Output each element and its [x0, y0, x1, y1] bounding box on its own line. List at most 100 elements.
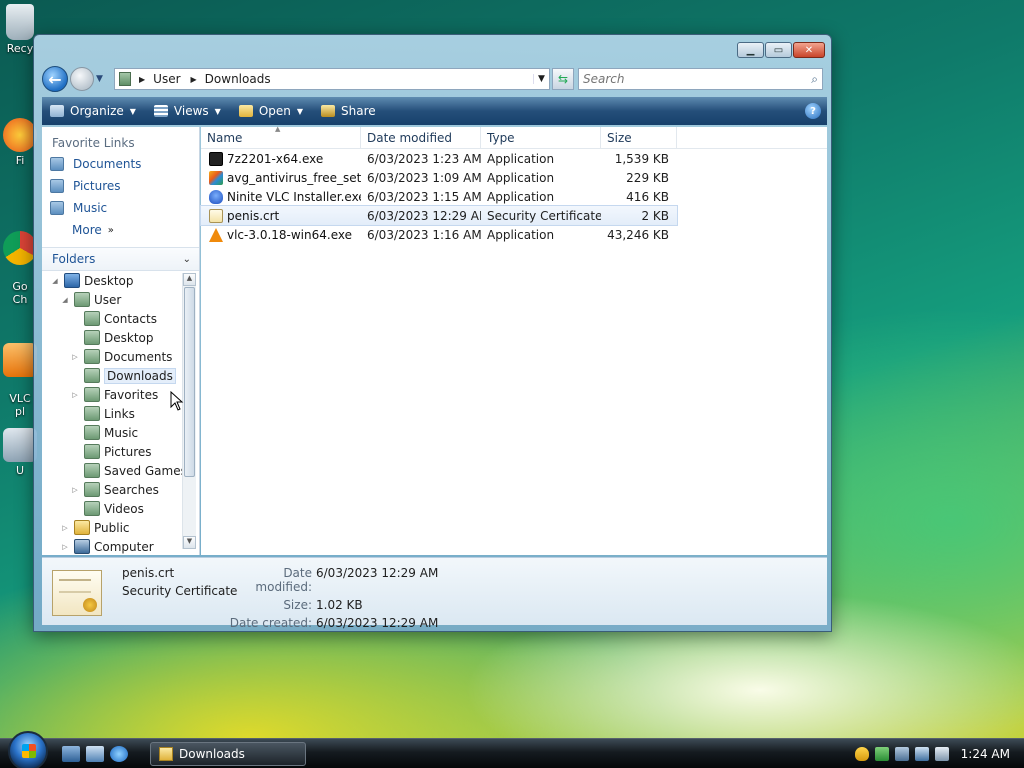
tree-item[interactable]: Downloads: [42, 366, 199, 385]
volume-muted-icon[interactable]: [934, 746, 949, 761]
forward-button[interactable]: [70, 67, 94, 91]
column-header-name[interactable]: ▲ Name: [201, 125, 361, 148]
clock[interactable]: 1:24 AM: [961, 747, 1010, 761]
column-header-size[interactable]: Size: [601, 127, 677, 148]
recent-pages-button[interactable]: ▼: [96, 74, 108, 84]
folder-icon: [84, 311, 100, 326]
expand-arrow-icon[interactable]: ◢: [60, 296, 70, 304]
open-button[interactable]: Open ▼: [238, 104, 303, 118]
file-type-cell: Application: [487, 170, 555, 185]
tree-item-label: Favorites: [104, 387, 159, 402]
file-row[interactable]: Ninite VLC Installer.exe 6/03/2023 1:15 A…: [201, 187, 827, 206]
security-shield-icon[interactable]: [854, 746, 869, 761]
expand-arrow-icon[interactable]: ▷: [70, 486, 80, 494]
tree-item[interactable]: Desktop: [42, 328, 199, 347]
favorite-link-pictures[interactable]: Pictures: [42, 175, 199, 197]
expand-arrow-icon[interactable]: ▷: [60, 524, 70, 532]
file-date-cell: 6/03/2023 12:29 AM: [367, 208, 481, 223]
file-row[interactable]: avg_antivirus_free_setu... 6/03/2023 1:09…: [201, 168, 827, 187]
folder-icon: [84, 330, 100, 345]
tree-item[interactable]: Music: [42, 423, 199, 442]
expand-arrow-icon[interactable]: ▷: [70, 353, 80, 361]
system-tray: 1:24 AM: [845, 746, 1024, 761]
switch-windows-icon[interactable]: [86, 745, 104, 762]
views-button[interactable]: Views ▼: [153, 104, 221, 118]
close-button[interactable]: ✕: [793, 42, 825, 58]
internet-explorer-icon[interactable]: [110, 745, 128, 762]
more-label: More: [72, 223, 102, 237]
chevron-down-icon: ▼: [214, 106, 221, 116]
expand-arrow-icon[interactable]: ▷: [60, 543, 70, 551]
expand-arrow-icon[interactable]: ▷: [70, 391, 80, 399]
tree-item[interactable]: Contacts: [42, 309, 199, 328]
music-icon: [50, 201, 64, 215]
share-button[interactable]: Share: [321, 104, 376, 118]
favorite-link-documents[interactable]: Documents: [42, 153, 199, 175]
file-type-cell: Application: [487, 189, 555, 204]
computer-icon: [74, 539, 90, 554]
favorite-link-music[interactable]: Music: [42, 197, 199, 219]
tree-item[interactable]: ▷ Computer: [42, 537, 199, 556]
folder-icon: [84, 406, 100, 421]
search-icon[interactable]: ⌕: [811, 72, 818, 87]
breadcrumb-downloads[interactable]: Downloads: [205, 72, 271, 86]
expand-arrow-icon[interactable]: ◢: [50, 277, 60, 285]
column-header-label: Type: [487, 130, 515, 145]
column-header-date[interactable]: Date modified: [361, 127, 481, 148]
folder-icon: [84, 349, 100, 364]
tree-item[interactable]: Videos: [42, 499, 199, 518]
defender-icon[interactable]: [894, 746, 909, 761]
folder-icon: [159, 746, 173, 761]
tree-item[interactable]: ▷ Documents: [42, 347, 199, 366]
minimize-button[interactable]: ▁: [737, 42, 764, 58]
favorite-link-label: Music: [73, 201, 108, 215]
tree-item[interactable]: ▷ Searches: [42, 480, 199, 499]
breadcrumb-user[interactable]: User: [153, 72, 180, 86]
help-button[interactable]: ?: [805, 103, 821, 119]
update-icon[interactable]: [874, 746, 889, 761]
back-button[interactable]: ←: [42, 66, 68, 92]
windows-logo-icon: [22, 743, 36, 758]
tree-item-label: Pictures: [104, 444, 152, 459]
tree-item[interactable]: ▷ Public: [42, 518, 199, 537]
folders-toggle[interactable]: Folders ⌄: [42, 247, 199, 271]
start-button[interactable]: [8, 730, 48, 768]
organize-button[interactable]: Organize ▼: [50, 104, 136, 118]
file-row[interactable]: penis.crt 6/03/2023 12:29 AM Security Cert…: [200, 205, 678, 226]
maximize-button[interactable]: ▭: [765, 42, 792, 58]
network-icon[interactable]: [914, 746, 929, 761]
favorite-link-label: Documents: [73, 157, 142, 171]
breadcrumb-arrow-icon[interactable]: ▶: [191, 75, 197, 84]
column-header-type[interactable]: Type: [481, 127, 601, 148]
folder-icon: [84, 387, 100, 402]
scroll-down-button[interactable]: ▼: [183, 536, 196, 549]
address-dropdown-button[interactable]: ▼: [533, 74, 549, 84]
search-box[interactable]: ⌕: [578, 68, 823, 90]
scroll-thumb[interactable]: [184, 287, 195, 477]
address-bar[interactable]: ▶ User ▶ Downloads ▼: [114, 68, 550, 90]
tree-item[interactable]: Saved Games: [42, 461, 199, 480]
more-links-button[interactable]: More »: [42, 219, 199, 241]
search-input[interactable]: [583, 72, 812, 86]
refresh-icon: ⇆: [557, 72, 569, 86]
scroll-up-button[interactable]: ▲: [183, 273, 196, 286]
mouse-cursor-icon: [170, 391, 184, 411]
folder-icon: [84, 482, 100, 497]
refresh-button[interactable]: ⇆: [552, 68, 574, 90]
tree-item[interactable]: ◢ User: [42, 290, 199, 309]
sort-ascending-icon: ▲: [275, 125, 281, 133]
file-row[interactable]: 7z2201-x64.exe 6/03/2023 1:23 AM Applicati…: [201, 149, 827, 168]
file-row[interactable]: vlc-3.0.18-win64.exe 6/03/2023 1:16 AM App…: [201, 225, 827, 244]
taskbar-button-downloads[interactable]: Downloads: [150, 741, 306, 766]
tree-scrollbar[interactable]: ▲ ▼: [182, 273, 196, 549]
file-date-cell: 6/03/2023 1:15 AM: [367, 189, 481, 204]
file-size-cell: 2 KB: [641, 208, 669, 223]
breadcrumb-arrow-icon[interactable]: ▶: [139, 75, 145, 84]
tree-item[interactable]: Pictures: [42, 442, 199, 461]
show-desktop-icon[interactable]: [62, 745, 80, 762]
tree-item[interactable]: ◢ Desktop: [42, 271, 199, 290]
views-label: Views: [173, 104, 209, 118]
explorer-window[interactable]: ▁ ▭ ✕ ← ▼ ▶ User ▶ Downloads ▼ ⇆ ⌕ Organ…: [33, 34, 832, 632]
folder-icon: [84, 368, 100, 383]
folder-icon: [84, 501, 100, 516]
